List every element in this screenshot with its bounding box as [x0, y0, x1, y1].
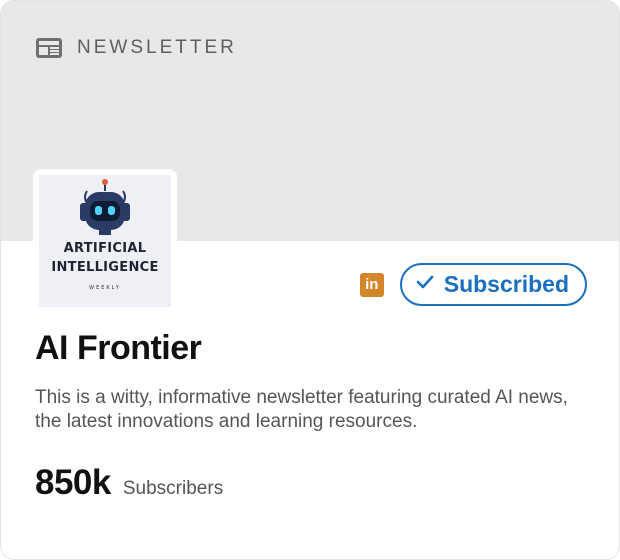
subscriber-stats: 850k Subscribers: [35, 463, 223, 503]
newsletter-description: This is a witty, informative newsletter …: [35, 387, 568, 432]
logo-text-line1: ARTIFICIAL: [63, 241, 147, 256]
category-label: NEWSLETTER: [77, 37, 237, 58]
subscriber-count: 850k: [35, 463, 111, 502]
newsletter-logo: ARTIFICIAL INTELLIGENCE WEEKLY: [33, 169, 177, 313]
subscriber-label: Subscribers: [122, 478, 224, 499]
logo-image: ARTIFICIAL INTELLIGENCE WEEKLY: [39, 175, 171, 307]
check-icon: [416, 275, 434, 294]
logo-text-line2: INTELLIGENCE: [51, 260, 159, 275]
logo-text-line3: WEEKLY: [89, 285, 121, 291]
newsletter-card: NEWSLETTER ARTIFICIAL INTELLIGENCE WEEKL…: [0, 0, 620, 560]
card-actions: in Subscribed: [359, 263, 587, 306]
newsletter-category: NEWSLETTER: [35, 37, 237, 59]
newsletter-title: AI Frontier: [35, 329, 202, 367]
linkedin-icon[interactable]: in: [359, 272, 384, 297]
subscribed-button[interactable]: Subscribed: [399, 263, 587, 306]
subscribed-label: Subscribed: [443, 271, 569, 297]
newspaper-icon: [35, 37, 63, 59]
